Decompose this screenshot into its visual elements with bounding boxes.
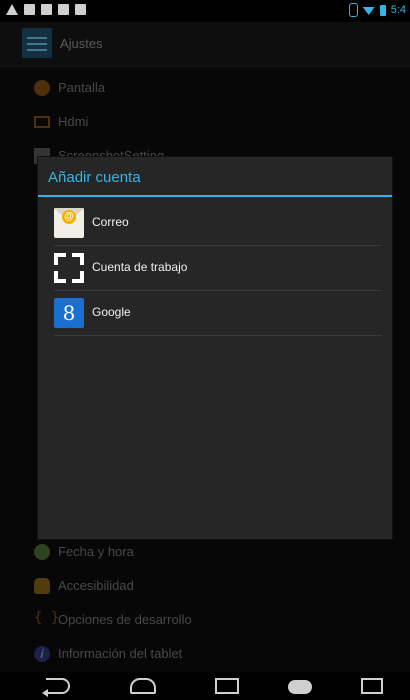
add-account-dialog: Añadir cuenta Correo Cuenta de trabajo 8… xyxy=(38,157,392,539)
account-option-correo[interactable]: Correo xyxy=(54,201,382,246)
warning-icon xyxy=(6,4,18,15)
status-bar: 5:4 xyxy=(0,0,410,22)
gamepad-icon[interactable] xyxy=(288,680,312,694)
account-option-cuenta-trabajo[interactable]: Cuenta de trabajo xyxy=(54,246,382,291)
wifi-icon xyxy=(362,7,375,15)
bluetooth-icon xyxy=(348,3,358,17)
dialog-title: Añadir cuenta xyxy=(48,169,141,186)
navigation-bar xyxy=(0,672,410,700)
google-icon: 8 xyxy=(54,298,84,328)
system-icons: 5:4 xyxy=(348,3,406,17)
screenshot-icon[interactable] xyxy=(361,678,383,694)
account-type-list: Correo Cuenta de trabajo 8 Google xyxy=(54,201,382,336)
mail-icon xyxy=(41,4,52,15)
recent-apps-icon[interactable] xyxy=(215,678,239,694)
notification-icons xyxy=(6,4,86,15)
app-icon xyxy=(58,4,69,15)
account-option-label: Cuenta de trabajo xyxy=(92,260,188,274)
home-icon[interactable] xyxy=(130,678,156,694)
account-option-label: Google xyxy=(92,305,131,319)
battery-icon xyxy=(379,4,386,16)
back-icon[interactable] xyxy=(42,678,70,697)
dialog-title-bar: Añadir cuenta xyxy=(38,157,392,197)
mail-icon xyxy=(54,208,84,238)
account-option-label: Correo xyxy=(92,215,129,229)
account-option-google[interactable]: 8 Google xyxy=(54,291,382,336)
screenshot-icon xyxy=(75,4,86,15)
clock-time: 5:4 xyxy=(390,4,406,16)
work-account-icon xyxy=(54,253,84,283)
image-icon xyxy=(24,4,35,15)
